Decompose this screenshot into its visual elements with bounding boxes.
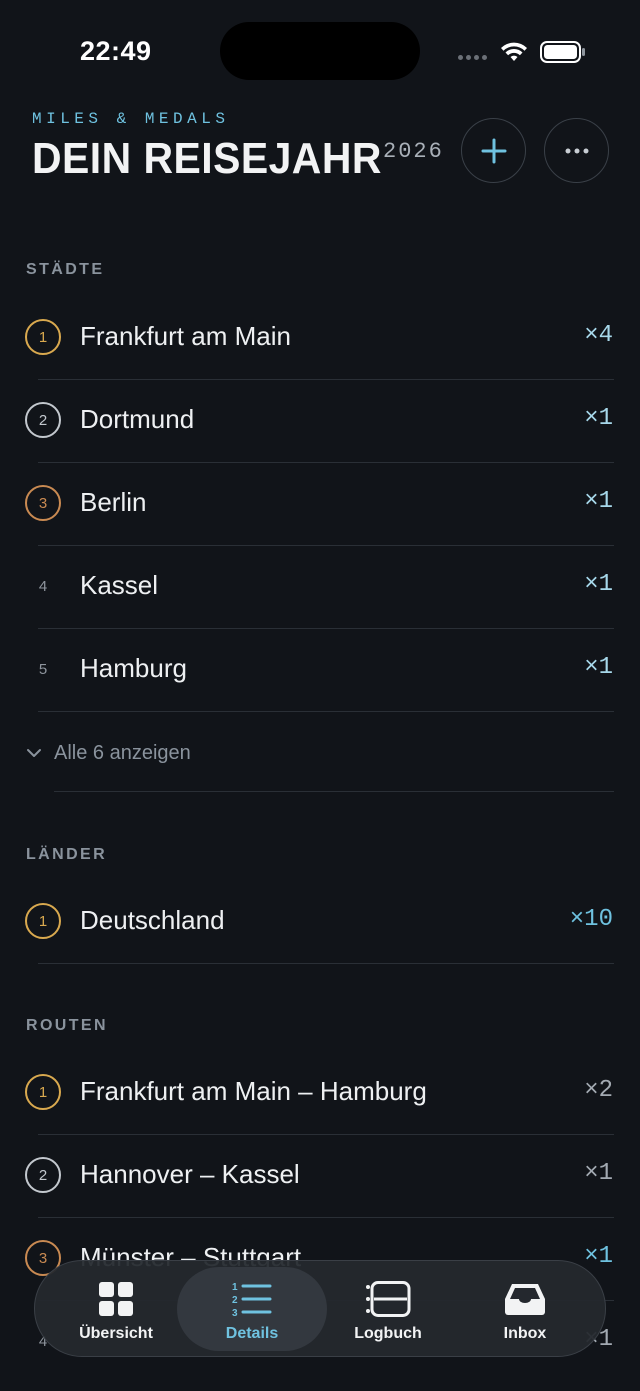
city-name: Frankfurt am Main (80, 321, 291, 351)
city-row[interactable]: 1 Frankfurt am Main ×4 (0, 297, 640, 380)
city-row[interactable]: 2 Dortmund ×1 (0, 380, 640, 463)
city-row[interactable]: 3 Berlin ×1 (0, 463, 640, 546)
chevron-down-icon (27, 749, 41, 757)
cellular-signal-icon (458, 55, 487, 60)
show-all-label: Alle 6 anzeigen (54, 741, 191, 764)
route-name: Frankfurt am Main – Hamburg (80, 1076, 427, 1106)
country-count: ×10 (569, 906, 613, 933)
route-name: Hannover – Kassel (80, 1159, 300, 1189)
status-time: 22:49 (80, 36, 152, 66)
dynamic-island (220, 22, 420, 80)
plus-icon (481, 138, 506, 163)
tab-bar: Übersicht 1 2 3 Details Logbuch Inbox (34, 1260, 606, 1357)
rank-badge-gold: 1 (25, 319, 61, 355)
section-label-countries: LÄNDER (26, 846, 108, 863)
city-count: ×1 (584, 405, 613, 432)
city-name: Berlin (80, 487, 147, 517)
country-row[interactable]: 1 Deutschland ×10 (0, 881, 640, 964)
grid-icon (99, 1282, 133, 1316)
section-label-cities: STÄDTE (26, 261, 105, 278)
city-row[interactable]: 4 Kassel ×1 (0, 546, 640, 629)
svg-text:2: 2 (232, 1295, 238, 1306)
add-button[interactable] (461, 118, 526, 183)
tab-details[interactable]: 1 2 3 Details (177, 1267, 327, 1351)
tab-logbuch[interactable]: Logbuch (313, 1267, 463, 1351)
divider (38, 711, 614, 712)
city-name: Hamburg (80, 653, 187, 683)
rank-badge-silver: 2 (25, 1157, 61, 1193)
city-count: ×1 (584, 488, 613, 515)
app-kicker: MILES & MEDALS (32, 110, 230, 128)
city-name: Dortmund (80, 404, 195, 434)
numbered-list-icon: 1 2 3 (232, 1282, 272, 1317)
route-count: ×1 (584, 1160, 613, 1187)
rank-badge-bronze: 3 (25, 485, 61, 521)
route-count: ×1 (584, 1243, 613, 1270)
city-count: ×4 (584, 322, 613, 349)
tab-label: Inbox (503, 1325, 547, 1342)
divider (54, 791, 614, 792)
more-button[interactable] (544, 118, 609, 183)
tab-label: Details (225, 1325, 279, 1342)
city-count: ×1 (584, 571, 613, 598)
rank-badge-gold: 1 (25, 1074, 61, 1110)
battery-icon (540, 41, 585, 63)
show-all-cities-button[interactable]: Alle 6 anzeigen (26, 735, 191, 771)
rank-number: 4 (38, 577, 48, 595)
tab-uebersicht[interactable]: Übersicht (41, 1267, 191, 1351)
screen: 22:49 MILES & MEDALS DEIN REISEJAHR 2026… (0, 0, 640, 1391)
svg-text:3: 3 (232, 1308, 238, 1317)
tab-label: Logbuch (354, 1325, 422, 1342)
city-count: ×1 (584, 654, 613, 681)
inbox-icon (505, 1284, 545, 1315)
wifi-icon (501, 42, 527, 61)
tab-label: Übersicht (79, 1325, 153, 1342)
divider (38, 963, 614, 964)
tab-inbox[interactable]: Inbox (450, 1267, 600, 1351)
rank-number: 5 (38, 660, 48, 678)
city-name: Kassel (80, 570, 159, 600)
route-row[interactable]: 1 Frankfurt am Main – Hamburg ×2 (0, 1052, 640, 1135)
rank-badge-gold: 1 (25, 903, 61, 939)
city-row[interactable]: 5 Hamburg ×1 (0, 629, 640, 712)
ellipsis-icon (565, 148, 588, 153)
route-count: ×2 (584, 1077, 613, 1104)
rank-badge-silver: 2 (25, 402, 61, 438)
year-selector[interactable]: 2026 (383, 139, 444, 164)
route-row[interactable]: 2 Hannover – Kassel ×1 (0, 1135, 640, 1218)
country-name: Deutschland (80, 905, 225, 935)
section-label-routes: ROUTEN (26, 1017, 108, 1034)
svg-text:1: 1 (232, 1282, 238, 1293)
logbook-icon (366, 1281, 411, 1317)
page-title: DEIN REISEJAHR (32, 134, 382, 183)
